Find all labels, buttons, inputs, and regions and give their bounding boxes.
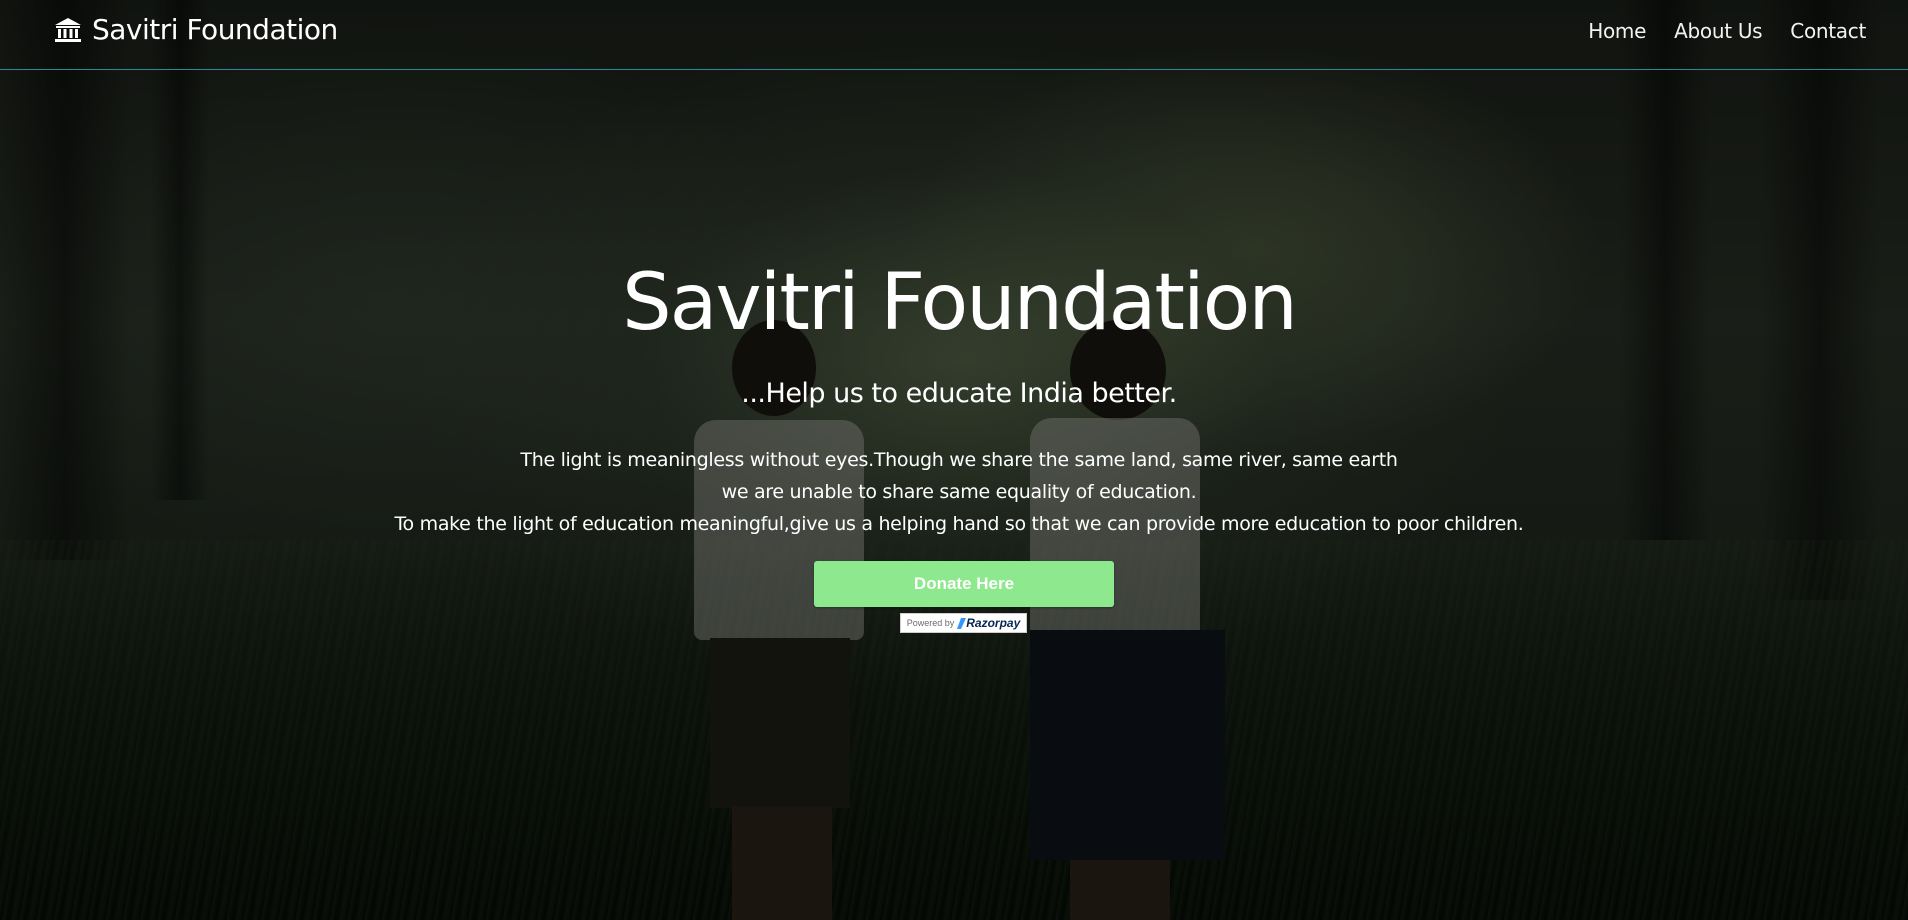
hero-title: Savitri Foundation [622, 258, 1298, 348]
hero-section: Savitri Foundation ...Help us to educate… [0, 0, 1908, 920]
nav-link-about-us[interactable]: About Us [1674, 19, 1762, 43]
bank-icon [54, 16, 82, 44]
brand-name: Savitri Foundation [92, 13, 338, 46]
donate-button[interactable]: Donate Here [814, 561, 1114, 607]
brand-link[interactable]: Savitri Foundation [54, 13, 338, 46]
nav-links: Home About Us Contact [1588, 19, 1866, 43]
navbar: Savitri Foundation Home About Us Contact [0, 0, 1908, 70]
razorpay-logo: Razorpay [957, 616, 1020, 630]
razorpay-name: Razorpay [966, 616, 1021, 630]
powered-by-label: Powered by [906, 618, 955, 628]
hero-description: The light is meaningless without eyes.Th… [0, 444, 1908, 540]
page: Savitri Foundation Home About Us Contact… [0, 0, 1908, 920]
hero-description-line: we are unable to share same equality of … [721, 481, 1197, 503]
hero-tagline: ...Help us to educate India better. [741, 378, 1177, 409]
razorpay-badge[interactable]: Powered by Razorpay [900, 613, 1027, 633]
razorpay-icon [957, 617, 967, 629]
hero-description-line: To make the light of education meaningfu… [394, 513, 1524, 535]
nav-link-home[interactable]: Home [1588, 19, 1646, 43]
hero-description-line: The light is meaningless without eyes.Th… [520, 449, 1398, 471]
nav-link-contact[interactable]: Contact [1790, 19, 1866, 43]
